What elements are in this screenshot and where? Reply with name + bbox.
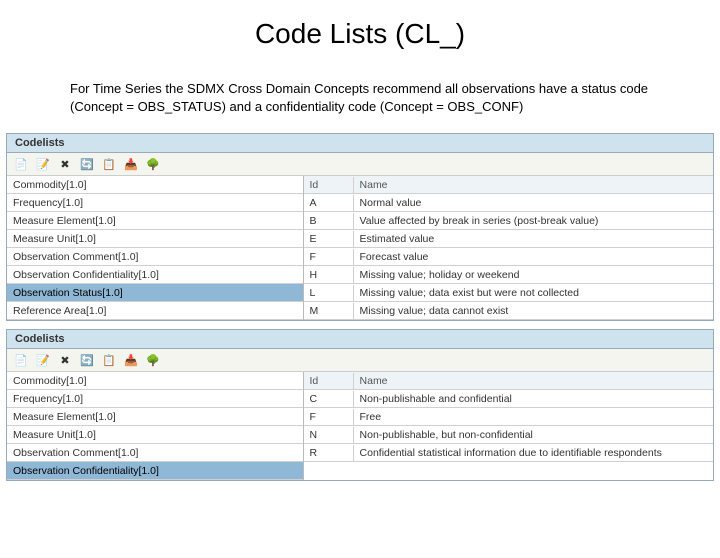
table-row[interactable]: CNon-publishable and confidential [304,390,713,408]
table-row[interactable]: HMissing value; holiday or weekend [304,266,713,284]
body-paragraph: For Time Series the SDMX Cross Domain Co… [70,80,660,115]
edit-icon[interactable]: 📝 [35,156,51,172]
cell-id: N [304,427,354,443]
table-row[interactable]: BValue affected by break in series (post… [304,212,713,230]
tree-icon[interactable]: 🌳 [145,352,161,368]
cell-name: Confidential statistical information due… [354,445,713,461]
table-row[interactable]: FFree [304,408,713,426]
copy-icon[interactable]: 📋 [101,156,117,172]
cell-name: Forecast value [354,249,713,265]
codelists-panel-status: Codelists 📄 📝 ✖ 🔄 📋 📥 🌳 Commodity[1.0]Frequenc… [6,133,714,321]
list-item[interactable]: Frequency[1.0] [7,390,303,408]
cell-id: L [304,285,354,301]
col-name: Name [354,373,713,389]
list-item[interactable]: Commodity[1.0] [7,372,303,390]
list-item[interactable]: Observation Confidentiality[1.0] [7,462,303,480]
codelists-panel-conf: Codelists 📄 📝 ✖ 🔄 📋 📥 🌳 Commodity[1.0]Frequenc… [6,329,714,481]
list-item[interactable]: Observation Comment[1.0] [7,444,303,462]
new-icon[interactable]: 📄 [13,156,29,172]
cell-name: Non-publishable, but non-confidential [354,427,713,443]
cell-name: Free [354,409,713,425]
paste-icon[interactable]: 📥 [123,352,139,368]
table-row[interactable]: FForecast value [304,248,713,266]
cell-id: F [304,249,354,265]
list-item[interactable]: Observation Confidentiality[1.0] [7,266,303,284]
tree-icon[interactable]: 🌳 [145,156,161,172]
list-item[interactable]: Commodity[1.0] [7,176,303,194]
cell-id: H [304,267,354,283]
page-title: Code Lists (CL_) [0,18,720,50]
code-table: IdNameCNon-publishable and confidentialF… [304,372,713,480]
col-id: Id [304,373,354,389]
codelist-list: Commodity[1.0]Frequency[1.0]Measure Elem… [7,176,304,320]
col-id: Id [304,177,354,193]
code-table: IdNameANormal valueBValue affected by br… [304,176,713,320]
list-item[interactable]: Measure Unit[1.0] [7,230,303,248]
paste-icon[interactable]: 📥 [123,156,139,172]
table-row[interactable]: RConfidential statistical information du… [304,444,713,462]
list-item[interactable]: Observation Comment[1.0] [7,248,303,266]
table-row[interactable]: ANormal value [304,194,713,212]
cell-name: Missing value; data cannot exist [354,303,713,319]
cell-id: C [304,391,354,407]
refresh-icon[interactable]: 🔄 [79,156,95,172]
list-item[interactable]: Measure Element[1.0] [7,212,303,230]
list-item[interactable]: Observation Status[1.0] [7,284,303,302]
cell-name: Estimated value [354,231,713,247]
cell-name: Normal value [354,195,713,211]
col-name: Name [354,177,713,193]
cell-name: Value affected by break in series (post-… [354,213,713,229]
table-row[interactable]: NNon-publishable, but non-confidential [304,426,713,444]
panel-header: Codelists [7,330,713,349]
edit-icon[interactable]: 📝 [35,352,51,368]
delete-icon[interactable]: ✖ [57,156,73,172]
cell-id: M [304,303,354,319]
table-header: IdName [304,176,713,194]
table-header: IdName [304,372,713,390]
cell-id: R [304,445,354,461]
list-item[interactable]: Measure Unit[1.0] [7,426,303,444]
cell-name: Missing value; data exist but were not c… [354,285,713,301]
delete-icon[interactable]: ✖ [57,352,73,368]
table-row[interactable]: MMissing value; data cannot exist [304,302,713,320]
copy-icon[interactable]: 📋 [101,352,117,368]
table-row[interactable]: EEstimated value [304,230,713,248]
toolbar: 📄 📝 ✖ 🔄 📋 📥 🌳 [7,153,713,176]
cell-name: Missing value; holiday or weekend [354,267,713,283]
cell-id: F [304,409,354,425]
table-row[interactable]: LMissing value; data exist but were not … [304,284,713,302]
panel-header: Codelists [7,134,713,153]
cell-id: B [304,213,354,229]
list-item[interactable]: Measure Element[1.0] [7,408,303,426]
cell-id: A [304,195,354,211]
list-item[interactable]: Frequency[1.0] [7,194,303,212]
cell-id: E [304,231,354,247]
refresh-icon[interactable]: 🔄 [79,352,95,368]
cell-name: Non-publishable and confidential [354,391,713,407]
codelist-list: Commodity[1.0]Frequency[1.0]Measure Elem… [7,372,304,480]
new-icon[interactable]: 📄 [13,352,29,368]
list-item[interactable]: Reference Area[1.0] [7,302,303,320]
toolbar: 📄 📝 ✖ 🔄 📋 📥 🌳 [7,349,713,372]
